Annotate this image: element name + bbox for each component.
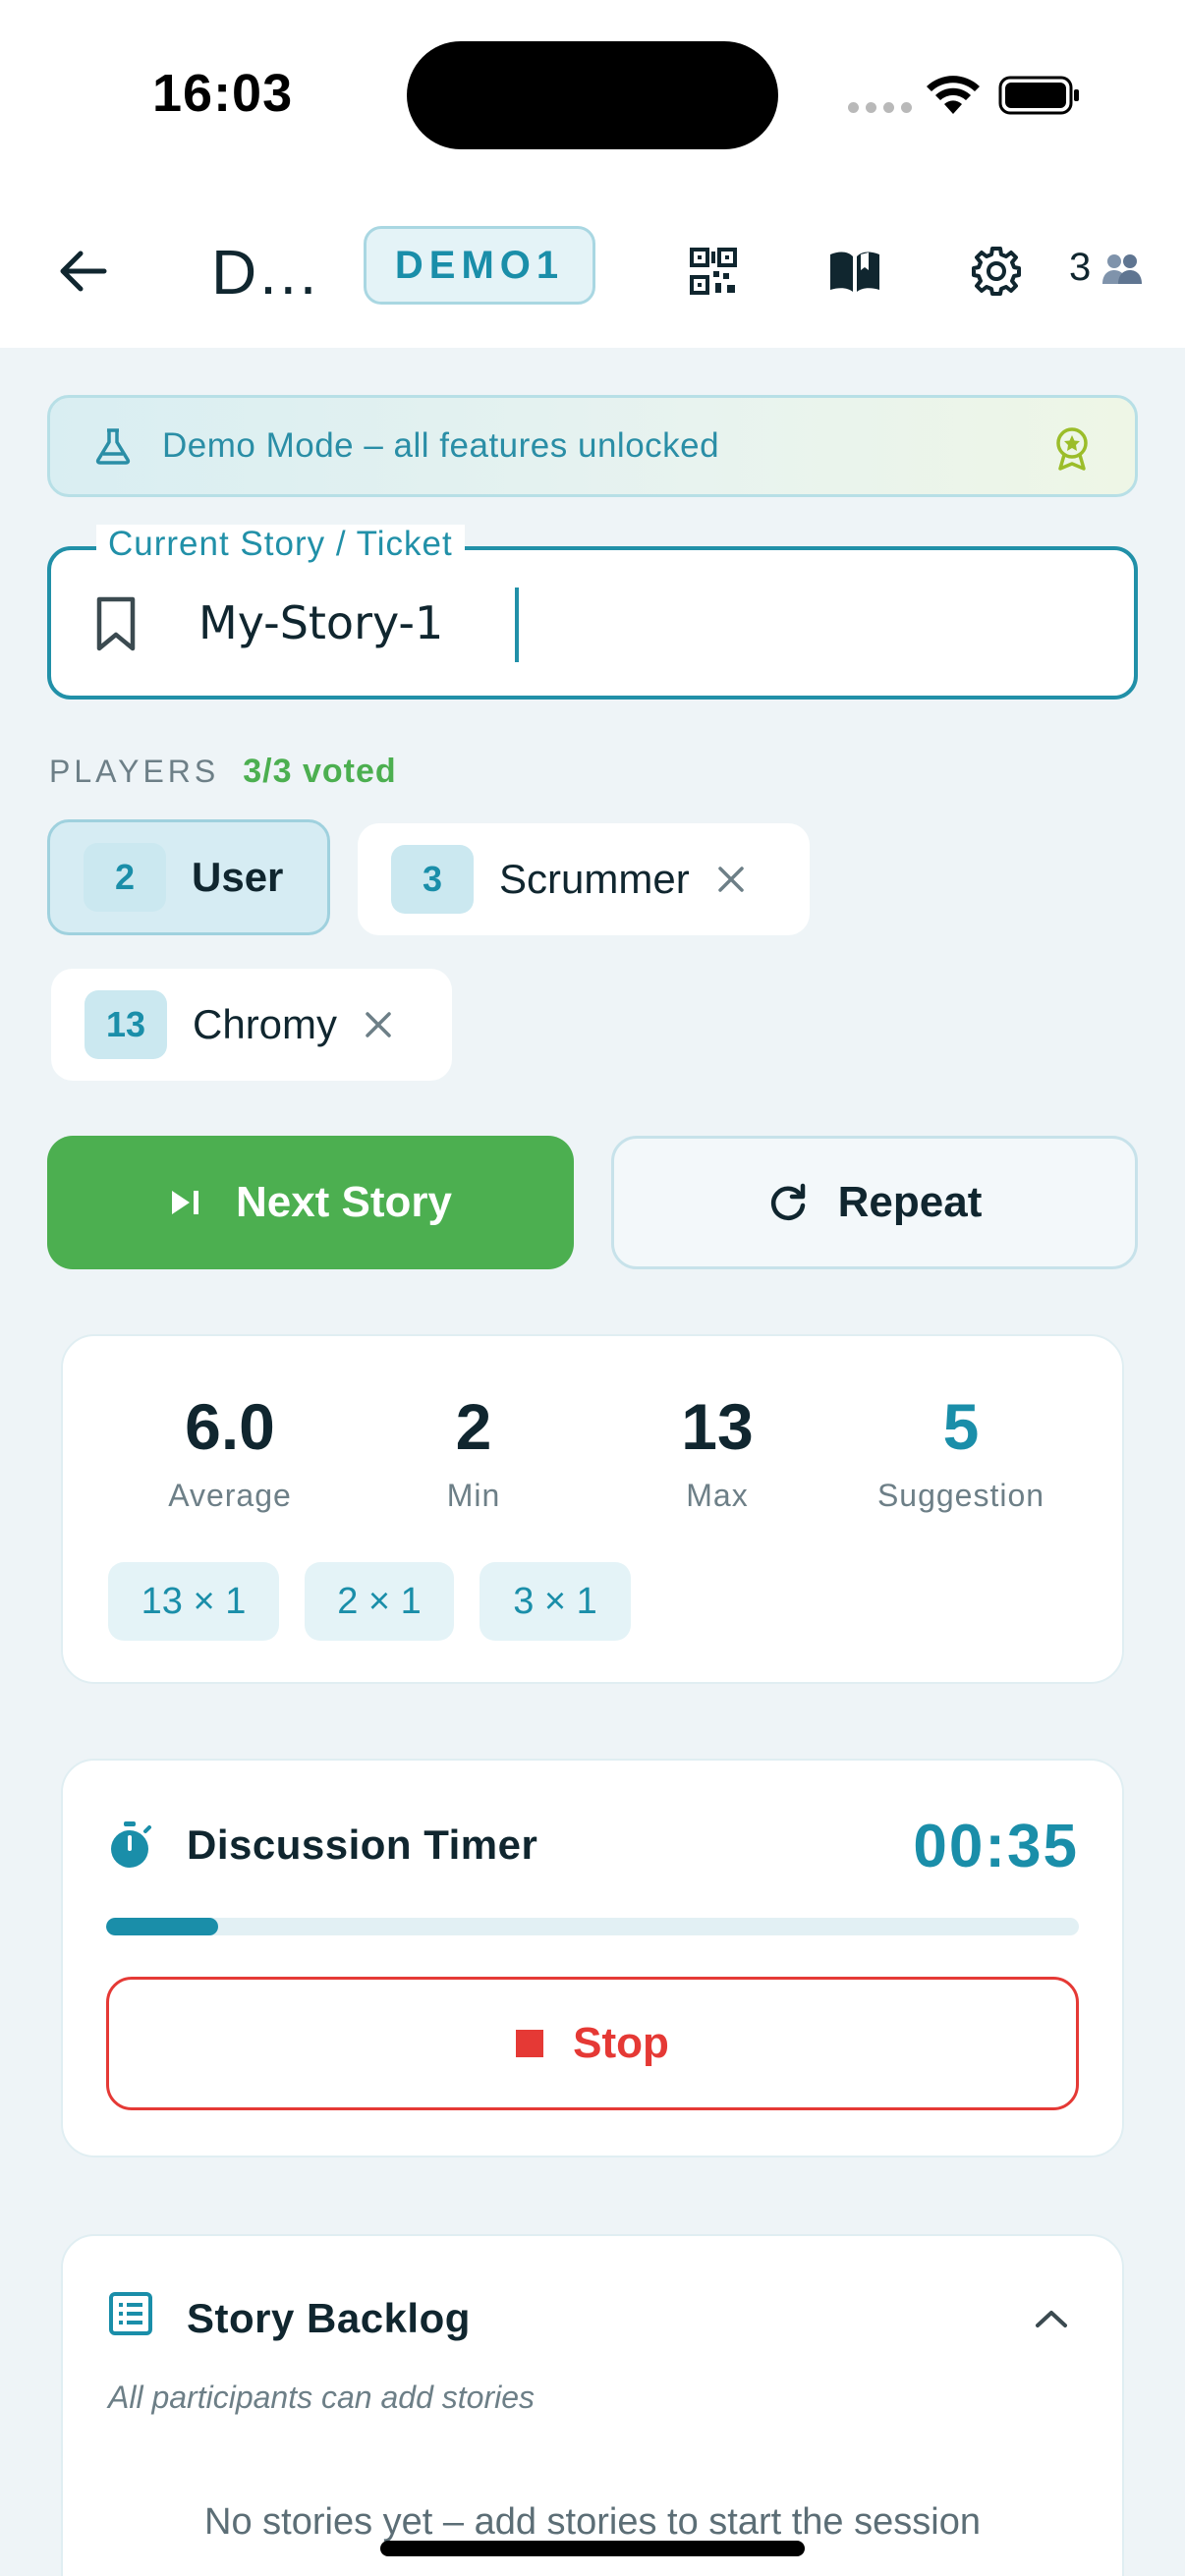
people-icon	[1102, 253, 1143, 284]
vote-badge: 2	[84, 843, 166, 912]
player-chip-scrummer[interactable]: 3 Scrummer	[358, 823, 810, 935]
stat-max-value: 13	[681, 1390, 754, 1463]
vote-distribution-chip: 13 × 1	[108, 1562, 279, 1641]
vote-distribution-chip: 2 × 1	[305, 1562, 454, 1641]
qr-code-button[interactable]	[678, 236, 749, 307]
stop-icon	[516, 2030, 544, 2057]
discussion-timer-card: Discussion Timer 00:35 Stop	[61, 1759, 1124, 2157]
players-heading: PLAYERS 3/3 voted	[49, 753, 397, 791]
remove-player-button[interactable]	[363, 1009, 394, 1040]
story-field: Current Story / Ticket	[47, 525, 1138, 700]
backlog-title: Story Backlog	[187, 2295, 471, 2341]
text-caret	[515, 588, 519, 662]
timer-value: 00:35	[913, 1813, 1079, 1880]
timer-title: Discussion Timer	[187, 1821, 538, 1868]
cellular-signal-icon	[848, 102, 912, 113]
stopwatch-icon	[111, 1821, 151, 1868]
stat-average-label: Average	[168, 1478, 292, 1513]
story-backlog-card: Story Backlog All participants can add s…	[61, 2234, 1124, 2576]
chevron-up-icon	[1036, 2311, 1067, 2327]
list-icon	[109, 2292, 152, 2335]
rules-button[interactable]	[819, 236, 890, 307]
status-bar: 16:03	[0, 0, 1185, 196]
stop-timer-button[interactable]: Stop	[106, 1977, 1079, 2110]
stat-average: 6.0 Average	[112, 1389, 348, 1514]
home-indicator[interactable]	[380, 2541, 805, 2556]
settings-button[interactable]	[961, 236, 1032, 307]
repeat-label: Repeat	[837, 1178, 983, 1226]
room-code-badge[interactable]: DEMO1	[364, 226, 595, 305]
backlog-empty-message: No stories yet – add stories to start th…	[204, 2501, 981, 2543]
timer-progress-bar	[106, 1918, 1079, 1935]
stats-card: 6.0 Average 2 Min 13 Max 5 Suggestion 13…	[61, 1334, 1124, 1684]
stat-min: 2 Min	[356, 1389, 592, 1514]
stop-label: Stop	[573, 2019, 669, 2067]
participants-count: 3	[1069, 246, 1092, 289]
stat-average-value: 6.0	[185, 1390, 275, 1463]
award-icon	[1056, 427, 1088, 471]
participants-indicator[interactable]: 3	[1069, 246, 1144, 290]
close-icon	[366, 1012, 391, 1037]
stat-suggestion: 5 Suggestion	[843, 1389, 1079, 1514]
player-name: Scrummer	[499, 856, 690, 902]
arrow-left-icon	[60, 251, 107, 292]
stat-min-value: 2	[455, 1390, 492, 1463]
backlog-collapse-button[interactable]	[1024, 2291, 1079, 2346]
repeat-button[interactable]: Repeat	[611, 1136, 1138, 1269]
stat-suggestion-label: Suggestion	[876, 1478, 1045, 1513]
close-icon	[717, 867, 744, 892]
players-label: PLAYERS	[49, 754, 220, 789]
app-header: D… DEMO1 3	[0, 196, 1185, 348]
timer-progress-fill	[106, 1918, 218, 1935]
story-field-label: Current Story / Ticket	[96, 525, 465, 564]
next-story-label: Next Story	[235, 1178, 453, 1226]
battery-icon	[998, 76, 1079, 115]
stat-suggestion-value: 5	[942, 1390, 980, 1463]
stat-max: 13 Max	[599, 1389, 835, 1514]
book-open-icon	[830, 252, 879, 292]
backlog-hint: All participants can add stories	[108, 2380, 535, 2415]
player-name: Chromy	[193, 1001, 338, 1047]
stat-max-label: Max	[686, 1478, 749, 1513]
player-name: User	[192, 854, 284, 900]
players-voted-count: 3/3 voted	[243, 753, 397, 790]
remove-player-button[interactable]	[715, 864, 747, 895]
demo-banner-text: Demo Mode – all features unlocked	[162, 426, 720, 465]
back-button[interactable]	[47, 236, 118, 307]
qr-code-icon	[690, 248, 737, 295]
vote-badge: 13	[85, 990, 167, 1059]
stat-min-label: Min	[446, 1478, 501, 1513]
dynamic-island	[407, 41, 778, 149]
vote-badge: 3	[391, 845, 474, 914]
wifi-icon	[927, 76, 980, 114]
status-time: 16:03	[152, 64, 294, 123]
skip-next-icon	[171, 1191, 198, 1214]
refresh-icon	[770, 1183, 805, 1220]
vote-distribution-chip: 3 × 1	[480, 1562, 631, 1641]
bookmark-icon	[96, 596, 136, 651]
demo-mode-banner: Demo Mode – all features unlocked	[47, 395, 1138, 497]
next-story-button[interactable]: Next Story	[47, 1136, 574, 1269]
player-chip-chromy[interactable]: 13 Chromy	[51, 969, 452, 1081]
flask-icon	[95, 428, 131, 465]
gear-icon	[972, 247, 1021, 296]
page-title: D…	[211, 237, 320, 308]
story-input[interactable]	[198, 586, 1063, 660]
player-chip-user[interactable]: 2 User	[47, 819, 330, 935]
